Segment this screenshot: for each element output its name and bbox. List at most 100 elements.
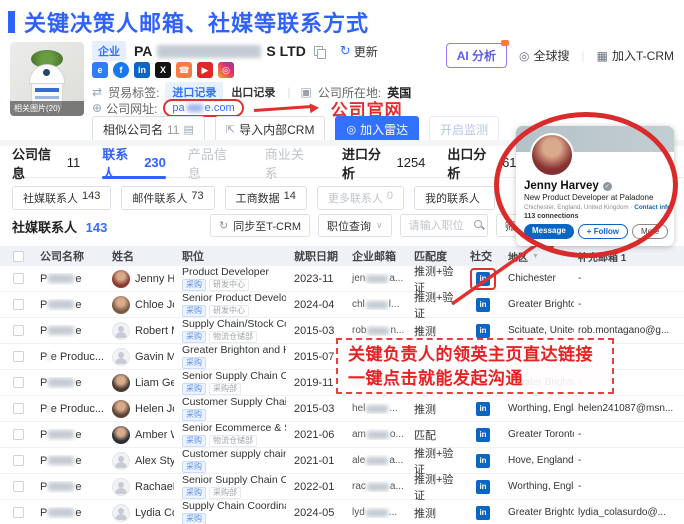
column-header: 职位: [178, 248, 290, 264]
row-checkbox[interactable]: [13, 507, 24, 518]
job-title: Supply Chain/Stock Control: [182, 318, 286, 330]
x-icon[interactable]: X: [155, 62, 171, 78]
blurred-company: [48, 508, 74, 517]
row-checkbox[interactable]: [13, 429, 24, 440]
facebook-icon[interactable]: f: [113, 62, 129, 78]
row-checkbox[interactable]: [13, 299, 24, 310]
table-row: P e Jenny Harvey Product Developer 采购研发中…: [0, 266, 684, 292]
select-all-checkbox[interactable]: [13, 251, 24, 262]
row-checkbox[interactable]: [13, 377, 24, 388]
job-tags: 采购研发中心: [182, 279, 249, 291]
ai-analysis-button[interactable]: AI 分析: [446, 43, 507, 68]
company-name-cell: P e: [36, 429, 108, 441]
company-email-cell: rob n...: [348, 325, 410, 336]
job-tag: 采购部: [209, 487, 241, 499]
similar-companies-button[interactable]: 相似公司名 11 ▤: [92, 116, 205, 143]
copy-icon[interactable]: [314, 46, 324, 57]
row-checkbox[interactable]: [13, 351, 24, 362]
blurred-company: [48, 378, 74, 387]
phone-icon[interactable]: ☎: [176, 62, 192, 78]
job-title-cell: Supply Chain/Stock Control 采购物流仓储部: [178, 318, 290, 343]
linkedin-icon[interactable]: in: [476, 324, 490, 338]
import-crm-button[interactable]: ⇱ 导入内部CRM: [215, 116, 326, 143]
follow-button[interactable]: + Follow: [578, 224, 628, 239]
contact-pill-5[interactable]: 我的联系人: [414, 186, 495, 210]
row-checkbox[interactable]: [13, 455, 24, 466]
contact-name-cell: Liam Gent: [108, 374, 178, 392]
contact-name: Robert Monta...: [135, 325, 174, 337]
column-header: 补充邮箱 1: [574, 249, 684, 264]
instagram-icon[interactable]: ◎: [218, 62, 234, 78]
tab-1[interactable]: 公司信息11: [12, 148, 80, 178]
row-checkbox[interactable]: [13, 325, 24, 336]
blurred-company: [48, 404, 49, 413]
website-label: 公司网址:: [106, 100, 157, 117]
start-monitoring-button[interactable]: 开启监测: [429, 116, 499, 143]
related-images-caption[interactable]: 相关图片(20): [10, 101, 84, 116]
linkedin-icon[interactable]: in: [476, 506, 490, 520]
tab-2[interactable]: 联系人230: [102, 148, 166, 178]
ai-analysis-label: AI 分析: [457, 49, 496, 63]
red-arrow-to-website-note: [254, 103, 319, 113]
contact-pill-3[interactable]: 工商数据14: [225, 186, 307, 210]
job-tag: 采购: [182, 331, 206, 343]
website-icon[interactable]: e: [92, 62, 108, 78]
company-name-cell: P e Produc...: [36, 403, 108, 415]
import-crm-label: 导入内部CRM: [239, 121, 314, 138]
youtube-icon[interactable]: ▶: [197, 62, 213, 78]
verified-badge-icon: ✓: [603, 182, 612, 191]
contact-pill-1[interactable]: 社媒联系人143: [12, 186, 111, 210]
row-checkbox[interactable]: [13, 273, 24, 284]
tab-3[interactable]: 产品信息: [188, 148, 243, 178]
table-row: P e Alex Styles Customer supply chain co…: [0, 448, 684, 474]
more-button[interactable]: More: [632, 224, 668, 239]
profile-connections: 113 connections: [524, 213, 666, 220]
blurred-company: [48, 352, 49, 361]
tab-6[interactable]: 出口分析611: [447, 148, 522, 178]
search-icon[interactable]: [474, 220, 482, 228]
avatar: [112, 270, 130, 288]
linkedin-icon[interactable]: in: [476, 480, 490, 494]
linkedin-icon[interactable]: in: [476, 402, 490, 416]
company-email-cell: rac a...: [348, 481, 410, 492]
sync-to-tcrm-button[interactable]: ↻ 同步至T-CRM: [210, 214, 310, 237]
website-link[interactable]: pa e.com: [172, 102, 234, 114]
new-badge: [501, 40, 509, 46]
job-title-cell: Supply Chain Coordinator 采购: [178, 500, 290, 524]
global-search-button[interactable]: ◎ 全球搜: [519, 47, 570, 64]
row-checkbox[interactable]: [13, 403, 24, 414]
tab-5[interactable]: 进口分析1254: [342, 148, 425, 178]
linkedin-icon[interactable]: in: [476, 298, 490, 312]
job-title-cell: Customer supply chain coordinator 采购: [178, 448, 290, 473]
linkedin-icon[interactable]: in: [476, 272, 490, 286]
column-header: 姓名: [108, 248, 178, 264]
refresh-button[interactable]: ↻ 更新: [340, 43, 378, 60]
region: Scituate, United St...: [504, 325, 574, 336]
company-image[interactable]: 相关图片(20): [10, 42, 84, 116]
job-title-cell: Senior Ecommerce & Supply Cha... 采购物流仓储部: [178, 422, 290, 447]
message-button[interactable]: Message: [524, 224, 574, 239]
linkedin-icon[interactable]: in: [476, 428, 490, 442]
blurred-website: [187, 104, 203, 112]
job-tags: 采购研发中心: [182, 305, 249, 317]
join-radar-button[interactable]: ◎ 加入雷达: [335, 116, 419, 143]
contact-info-link[interactable]: Contact info: [634, 204, 671, 211]
job-title: Senior Product Developer: [182, 292, 286, 304]
filter-icon[interactable]: ▼: [532, 253, 539, 260]
column-header: 地区▼: [504, 249, 574, 264]
tab-4[interactable]: 商业关系: [265, 148, 320, 178]
social-cell: in: [462, 398, 504, 420]
linkedin-icon[interactable]: in: [134, 62, 150, 78]
extra-email: helen241087@msn...: [574, 403, 684, 414]
row-checkbox[interactable]: [13, 481, 24, 492]
screen: 关键决策人邮箱、社媒等联系方式 相关图片(20) 企业 PA S LTD ↻ 更…: [0, 0, 684, 524]
join-tcrm-button[interactable]: ▦ 加入T-CRM: [597, 47, 674, 64]
position-query-label: 职位查询: [327, 218, 371, 234]
linkedin-icon[interactable]: in: [476, 454, 490, 468]
contact-pill-2[interactable]: 邮件联系人73: [121, 186, 214, 210]
position-query-select[interactable]: 职位查询 ∨: [318, 214, 392, 237]
company-name-cell: P e: [36, 377, 108, 389]
join-date: 2023-11: [290, 273, 348, 285]
contact-pill-4[interactable]: 更多联系人0: [317, 186, 404, 210]
contact-name-cell: Gavin Meeks: [108, 348, 178, 366]
